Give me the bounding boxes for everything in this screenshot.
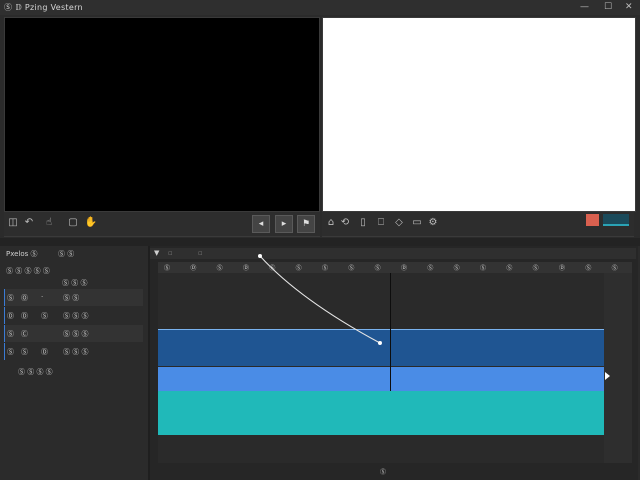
keyframe-curve-overlay bbox=[258, 254, 610, 380]
keyframe-point bbox=[258, 254, 262, 258]
timecode: Ⓢ bbox=[380, 469, 387, 476]
clip-end-marker bbox=[605, 372, 610, 380]
keyframe-point bbox=[378, 341, 382, 345]
keyframe-curve bbox=[259, 255, 381, 344]
